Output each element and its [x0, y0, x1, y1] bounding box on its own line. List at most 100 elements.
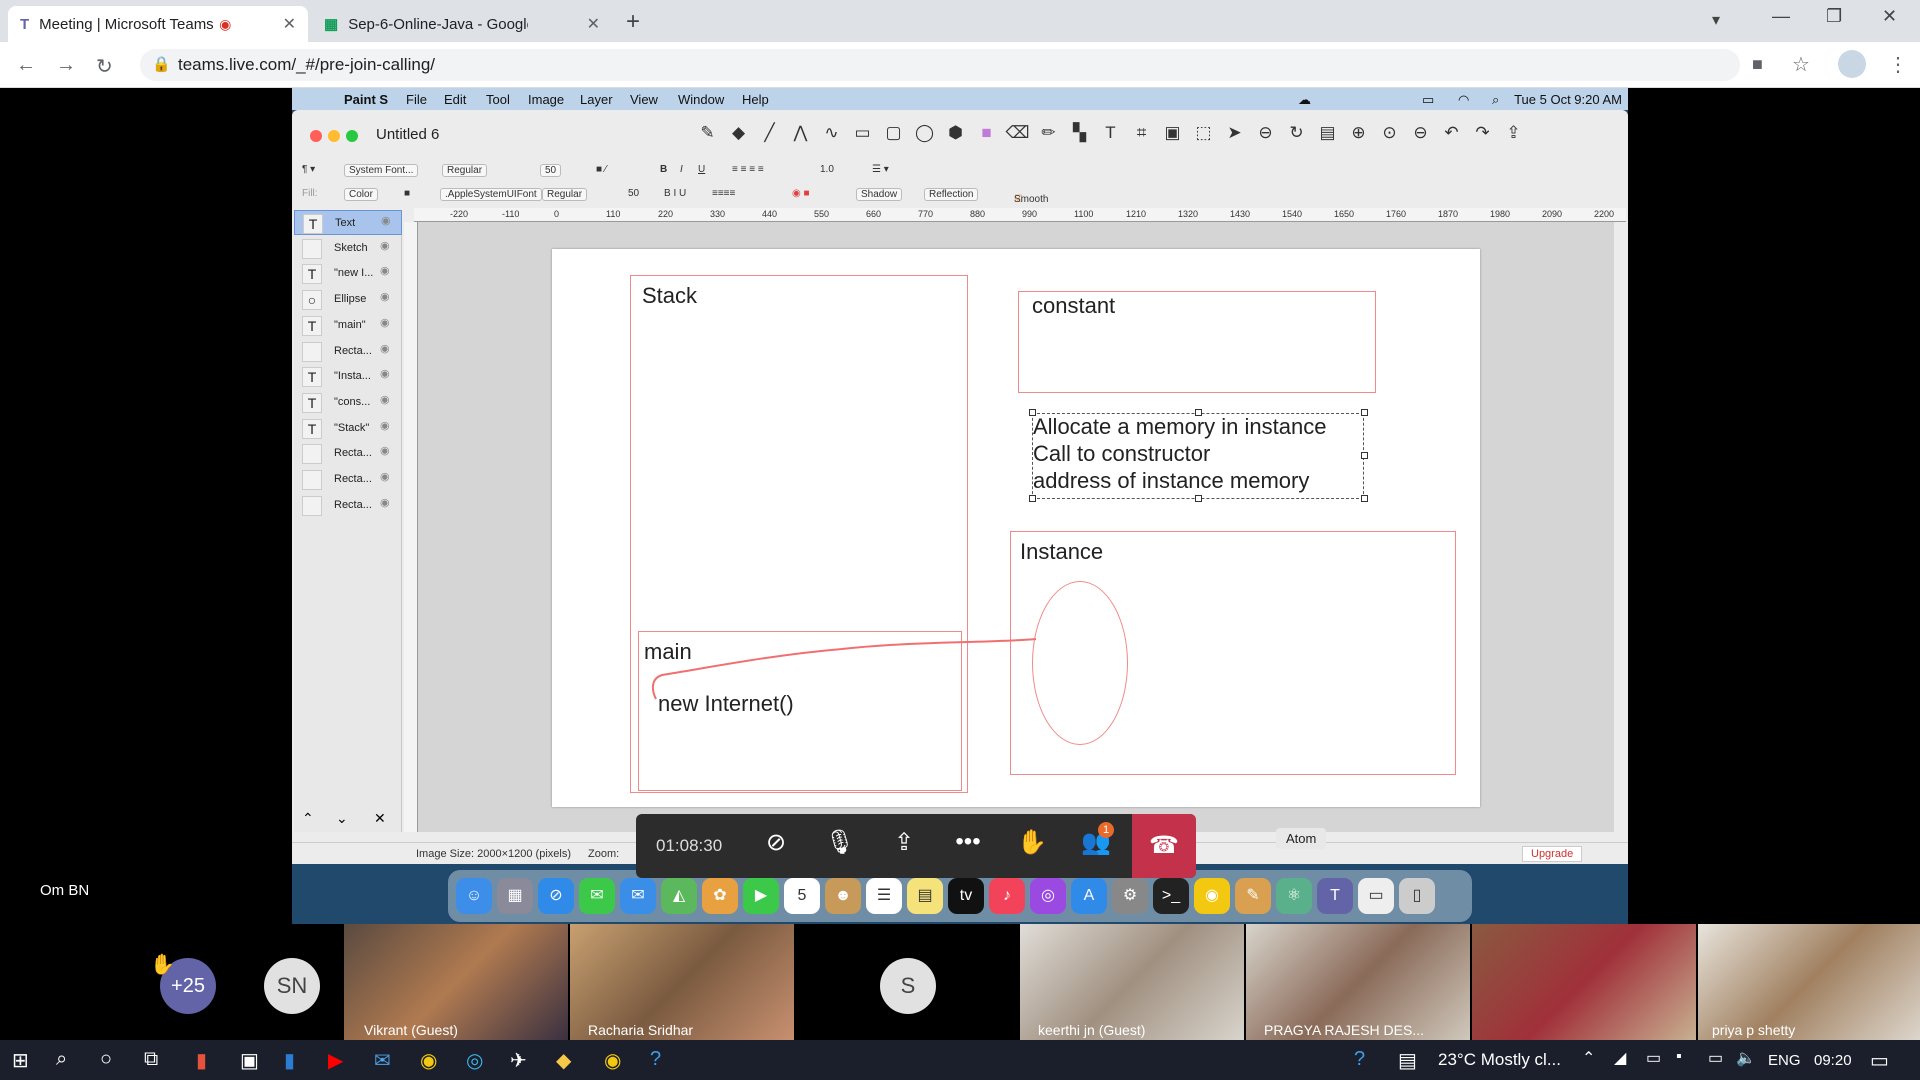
- underline-button[interactable]: U: [698, 164, 705, 175]
- share-icon[interactable]: ⇪: [1498, 118, 1529, 148]
- camera-tray-icon[interactable]: ▪: [1676, 1048, 1682, 1066]
- layer-row[interactable]: ○ Ellipse ◉: [294, 287, 402, 312]
- layer-row[interactable]: T "Insta... ◉: [294, 364, 402, 389]
- new-tab-icon[interactable]: +: [626, 8, 640, 36]
- close-window-icon[interactable]: ✕: [1882, 6, 1897, 27]
- layer-row[interactable]: T "cons... ◉: [294, 390, 402, 415]
- zoom-traffic-light[interactable]: [346, 130, 358, 142]
- visibility-eye-icon[interactable]: ◉: [380, 444, 390, 457]
- language-indicator[interactable]: ENG: [1768, 1052, 1801, 1069]
- weight2-select[interactable]: Regular: [542, 188, 588, 201]
- visibility-eye-icon[interactable]: ◉: [380, 264, 390, 277]
- app-icon[interactable]: ◆: [556, 1048, 571, 1073]
- close-traffic-light[interactable]: [310, 130, 322, 142]
- news-icon[interactable]: ▤: [1398, 1048, 1417, 1073]
- messages-icon[interactable]: ✉: [579, 878, 615, 914]
- documents-icon[interactable]: ▭: [1358, 878, 1394, 914]
- menu-file[interactable]: File: [406, 92, 427, 107]
- volume-icon[interactable]: 🔈: [1736, 1048, 1756, 1068]
- zoom-in-icon[interactable]: ⊕: [1343, 118, 1374, 148]
- layer-row[interactable]: Recta... ◉: [294, 467, 402, 492]
- bold-button[interactable]: B: [660, 164, 667, 175]
- rotate-icon[interactable]: ↻: [1281, 118, 1312, 148]
- reload-icon[interactable]: ↻: [96, 54, 113, 79]
- weather-text[interactable]: 23°C Mostly cl...: [1438, 1050, 1561, 1070]
- star-icon[interactable]: ☆: [1792, 52, 1810, 77]
- youtube-icon[interactable]: ▶: [328, 1048, 343, 1073]
- layer-row[interactable]: T "Stack" ◉: [294, 416, 402, 441]
- layer-delete-icon[interactable]: ✕: [374, 810, 386, 827]
- layer-row[interactable]: Sketch ◉: [294, 236, 402, 261]
- notifications-icon[interactable]: ▭: [1870, 1048, 1889, 1073]
- fill-bucket-icon[interactable]: ◆: [723, 118, 754, 148]
- meet-now-icon[interactable]: ▭: [1646, 1048, 1661, 1068]
- polygon-icon[interactable]: ⬢: [940, 118, 971, 148]
- layer-row[interactable]: T "main" ◉: [294, 313, 402, 338]
- select-icon[interactable]: ⬚: [1188, 118, 1219, 148]
- menu-layer[interactable]: Layer: [580, 92, 613, 107]
- visibility-eye-icon[interactable]: ◉: [380, 239, 390, 252]
- chrome-icon[interactable]: ◉: [420, 1048, 437, 1073]
- list-icon[interactable]: ☰ ▾: [872, 164, 889, 175]
- stroke-color-swatch[interactable]: ◉ ■: [792, 188, 810, 199]
- visibility-eye-icon[interactable]: ◉: [380, 290, 390, 303]
- teams-icon[interactable]: T: [1317, 878, 1353, 914]
- menu-help[interactable]: Help: [742, 92, 769, 107]
- weight-select[interactable]: Regular: [442, 164, 488, 177]
- music-icon[interactable]: ♪: [989, 878, 1025, 914]
- system-preferences-icon[interactable]: ⚙: [1112, 878, 1148, 914]
- facetime-icon[interactable]: ▶: [743, 878, 779, 914]
- reminders-icon[interactable]: ☰: [866, 878, 902, 914]
- paint-s-icon[interactable]: ✎: [1235, 878, 1271, 914]
- app-store-icon[interactable]: A: [1071, 878, 1107, 914]
- eyedropper-icon[interactable]: ✎: [692, 118, 723, 148]
- menu-image[interactable]: Image: [528, 92, 564, 107]
- taskbar-clock[interactable]: 09:20: [1814, 1052, 1852, 1069]
- shape-menu-icon[interactable]: ⊖: [1250, 118, 1281, 148]
- video-tile-1[interactable]: Vikrant (Guest): [344, 924, 568, 1040]
- avatar-s[interactable]: S: [880, 958, 936, 1014]
- undo-icon[interactable]: ↶: [1436, 118, 1467, 148]
- chevron-up-icon[interactable]: ⌃: [1582, 1048, 1595, 1068]
- layer-row[interactable]: T Text ◉: [294, 210, 402, 235]
- text-tool-icon[interactable]: T: [1095, 118, 1126, 148]
- tab-teams-meeting[interactable]: T Meeting | Microsoft Teams ◉ ✕: [8, 6, 308, 42]
- menu-view[interactable]: View: [630, 92, 658, 107]
- size2-field[interactable]: 50: [628, 188, 639, 199]
- mail-icon[interactable]: ✉: [620, 878, 656, 914]
- pencil-icon[interactable]: ✏: [1033, 118, 1064, 148]
- image-adjust-icon[interactable]: ▤: [1312, 118, 1343, 148]
- redo-icon[interactable]: ↷: [1467, 118, 1498, 148]
- edge-icon[interactable]: ◎: [466, 1048, 483, 1073]
- layer-row[interactable]: Recta... ◉: [294, 339, 402, 364]
- polyline-icon[interactable]: ⋀: [785, 118, 816, 148]
- tab-google-sheets[interactable]: ▦ Sep-6-Online-Java - Google Shee ✕: [312, 6, 612, 42]
- layer-up-icon[interactable]: ⌃: [302, 810, 314, 827]
- avatar-sn[interactable]: SN: [264, 958, 320, 1014]
- contacts-icon[interactable]: ☻: [825, 878, 861, 914]
- chrome-icon[interactable]: ◉: [1194, 878, 1230, 914]
- layer-row[interactable]: Recta... ◉: [294, 441, 402, 466]
- paragraph-icon[interactable]: ¶ ▾: [302, 164, 315, 175]
- trash-icon[interactable]: ▯: [1399, 878, 1435, 914]
- shadow-toggle[interactable]: Shadow: [856, 188, 903, 201]
- office-icon[interactable]: ▮: [196, 1048, 207, 1073]
- ellipse-icon[interactable]: ◯: [909, 118, 940, 148]
- menu-edit[interactable]: Edit: [444, 92, 466, 107]
- help-tray-icon[interactable]: ?: [1354, 1048, 1365, 1071]
- tab-search-icon[interactable]: ▾: [1712, 10, 1720, 30]
- notes-icon[interactable]: ▤: [907, 878, 943, 914]
- forward-icon[interactable]: →: [56, 54, 76, 77]
- italic-button[interactable]: I: [680, 164, 683, 175]
- mic-off-icon[interactable]: 🎙: [820, 828, 860, 857]
- more-options-icon[interactable]: •••: [948, 828, 988, 856]
- crop-icon[interactable]: ⌗: [1126, 118, 1157, 148]
- share-screen-icon[interactable]: ⇪: [884, 828, 924, 857]
- menu-kebab-icon[interactable]: ⋮: [1888, 52, 1908, 77]
- maps-icon[interactable]: ◭: [661, 878, 697, 914]
- video-tile-6[interactable]: priya p shetty: [1698, 924, 1920, 1040]
- visibility-eye-icon[interactable]: ◉: [381, 214, 391, 227]
- raise-hand-icon[interactable]: ✋: [1012, 828, 1052, 857]
- store-icon[interactable]: ▣: [240, 1048, 259, 1073]
- visibility-eye-icon[interactable]: ◉: [380, 393, 390, 406]
